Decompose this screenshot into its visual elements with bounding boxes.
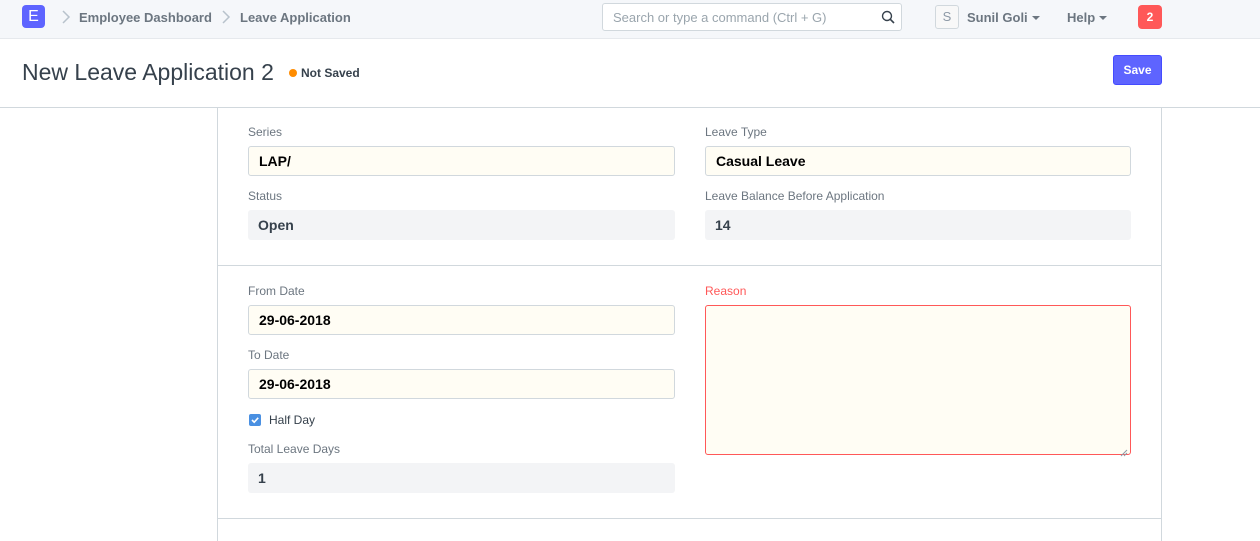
reason-label: Reason: [705, 284, 747, 298]
app-logo[interactable]: E: [22, 5, 45, 28]
to-date-label: To Date: [248, 348, 290, 362]
leave-balance-value: 14: [705, 210, 1131, 240]
save-button[interactable]: Save: [1113, 55, 1162, 85]
status-label: Status: [248, 189, 283, 203]
notification-badge[interactable]: 2: [1138, 5, 1162, 29]
search-icon[interactable]: [881, 10, 895, 24]
navbar: E Employee Dashboard Leave Application S…: [0, 0, 1260, 39]
half-day-label[interactable]: Half Day: [269, 413, 315, 427]
from-date-field[interactable]: 29-06-2018: [248, 305, 675, 335]
user-name: Sunil Goli: [967, 10, 1028, 25]
status-indicator: Not Saved: [301, 66, 360, 80]
search-input[interactable]: [603, 4, 873, 30]
page-title: New Leave Application 2: [22, 59, 274, 85]
to-date-field[interactable]: 29-06-2018: [248, 369, 675, 399]
series-label: Series: [248, 125, 283, 139]
help-menu[interactable]: Help: [1067, 10, 1108, 25]
section-divider: [218, 518, 1161, 519]
section-divider: [218, 265, 1161, 266]
resize-grip-icon[interactable]: [1120, 444, 1128, 457]
search-box: [602, 3, 902, 31]
reason-textarea[interactable]: [705, 305, 1131, 457]
total-leave-days-value: 1: [248, 463, 675, 493]
breadcrumb-leave-application[interactable]: Leave Application: [240, 10, 351, 25]
chevron-right-icon: [61, 10, 71, 24]
leave-balance-label: Leave Balance Before Application: [705, 189, 885, 203]
help-label: Help: [1067, 10, 1096, 25]
chevron-right-icon: [221, 10, 231, 24]
status-value: Open: [248, 210, 675, 240]
half-day-checkbox[interactable]: [249, 414, 261, 426]
from-date-label: From Date: [248, 284, 305, 298]
total-leave-days-label: Total Leave Days: [248, 442, 341, 456]
leave-application-form: Series LAP/ Leave Type Casual Leave Stat…: [217, 108, 1162, 541]
caret-down-icon: [1099, 16, 1108, 20]
leave-type-field[interactable]: Casual Leave: [705, 146, 1131, 176]
status-indicator-dot: [289, 69, 297, 77]
series-field[interactable]: LAP/: [248, 146, 675, 176]
avatar[interactable]: S: [935, 5, 959, 29]
breadcrumb-employee-dashboard[interactable]: Employee Dashboard: [79, 10, 212, 25]
caret-down-icon: [1031, 16, 1040, 20]
user-menu[interactable]: Sunil Goli: [967, 10, 1040, 25]
page-head: New Leave Application 2 Not Saved Save: [0, 39, 1260, 108]
leave-type-label: Leave Type: [705, 125, 767, 139]
